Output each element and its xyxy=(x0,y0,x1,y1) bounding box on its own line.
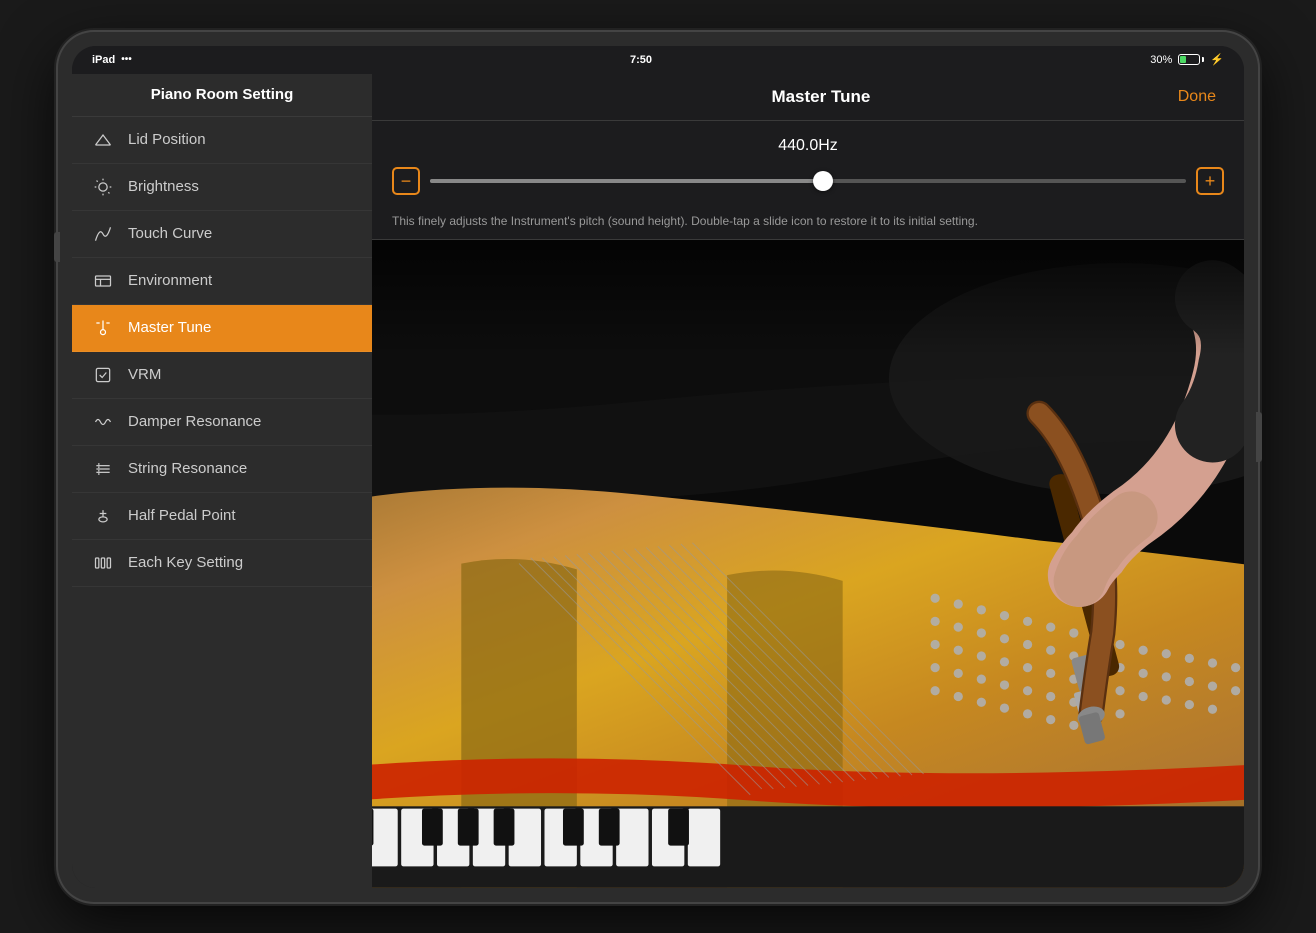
status-right: 30% ⚡ xyxy=(1150,53,1224,66)
device-label: iPad xyxy=(92,54,115,66)
tune-description: This finely adjusts the Instrument's pit… xyxy=(372,203,1244,241)
environment-label: Environment xyxy=(128,272,212,289)
sidebar: Piano Room Setting Lid Position Brightne… xyxy=(72,74,372,888)
wifi-icon: ••• xyxy=(121,54,132,65)
battery-tip xyxy=(1202,57,1204,62)
damper-resonance-icon xyxy=(92,411,114,433)
lid-position-label: Lid Position xyxy=(128,131,206,148)
main-title: Master Tune xyxy=(472,87,1170,107)
master-tune-icon xyxy=(92,317,114,339)
status-bar: iPad ••• 7:50 30% ⚡ xyxy=(72,46,1244,74)
environment-icon xyxy=(92,270,114,292)
damper-resonance-label: Damper Resonance xyxy=(128,413,261,430)
status-time: 7:50 xyxy=(630,54,652,66)
brightness-label: Brightness xyxy=(128,178,199,195)
slider-thumb[interactable] xyxy=(813,171,833,191)
slider-track[interactable] xyxy=(430,179,1186,183)
sidebar-item-half-pedal-point[interactable]: Half Pedal Point xyxy=(72,493,372,540)
tune-value: 440.0Hz xyxy=(392,137,1224,155)
right-panel: Master Tune Done 440.0Hz − + xyxy=(372,74,1244,888)
screen: iPad ••• 7:50 30% ⚡ Piano Room Sett xyxy=(72,46,1244,888)
piano-illustration xyxy=(372,240,1244,887)
minus-button[interactable]: − xyxy=(392,167,420,195)
sidebar-item-master-tune[interactable]: Master Tune xyxy=(72,305,372,352)
piano-image-area xyxy=(372,240,1244,887)
sidebar-item-touch-curve[interactable]: Touch Curve xyxy=(72,211,372,258)
sidebar-header: Piano Room Setting xyxy=(72,74,372,117)
lid-position-icon xyxy=(92,129,114,151)
status-left: iPad ••• xyxy=(92,54,132,66)
string-resonance-label: String Resonance xyxy=(128,460,247,477)
sidebar-item-each-key-setting[interactable]: Each Key Setting xyxy=(72,540,372,587)
vrm-label: VRM xyxy=(128,366,161,383)
vrm-icon xyxy=(92,364,114,386)
sidebar-item-lid-position[interactable]: Lid Position xyxy=(72,117,372,164)
slider-row: − + xyxy=(392,167,1224,195)
battery-percent: 30% xyxy=(1150,54,1172,66)
touch-curve-icon xyxy=(92,223,114,245)
master-tune-label: Master Tune xyxy=(128,319,211,336)
battery-indicator xyxy=(1178,54,1204,65)
each-key-setting-label: Each Key Setting xyxy=(128,554,243,571)
done-button[interactable]: Done xyxy=(1170,84,1224,110)
right-header: Master Tune Done xyxy=(372,74,1244,121)
plus-button[interactable]: + xyxy=(1196,167,1224,195)
device-frame: iPad ••• 7:50 30% ⚡ Piano Room Sett xyxy=(58,32,1258,902)
sidebar-title: Piano Room Setting xyxy=(151,86,294,103)
sidebar-item-string-resonance[interactable]: String Resonance xyxy=(72,446,372,493)
charging-icon: ⚡ xyxy=(1210,53,1224,66)
volume-button[interactable] xyxy=(54,232,60,262)
slider-fill xyxy=(430,179,823,183)
battery-body xyxy=(1178,54,1200,65)
tune-control: 440.0Hz − + xyxy=(372,121,1244,203)
sidebar-item-vrm[interactable]: VRM xyxy=(72,352,372,399)
half-pedal-point-label: Half Pedal Point xyxy=(128,507,236,524)
sidebar-item-environment[interactable]: Environment xyxy=(72,258,372,305)
each-key-setting-icon xyxy=(92,552,114,574)
main-content: Piano Room Setting Lid Position Brightne… xyxy=(72,74,1244,888)
power-button[interactable] xyxy=(1256,412,1262,462)
brightness-icon xyxy=(92,176,114,198)
battery-fill xyxy=(1180,56,1185,63)
half-pedal-point-icon xyxy=(92,505,114,527)
sidebar-item-brightness[interactable]: Brightness xyxy=(72,164,372,211)
sidebar-item-damper-resonance[interactable]: Damper Resonance xyxy=(72,399,372,446)
touch-curve-label: Touch Curve xyxy=(128,225,212,242)
string-resonance-icon xyxy=(92,458,114,480)
